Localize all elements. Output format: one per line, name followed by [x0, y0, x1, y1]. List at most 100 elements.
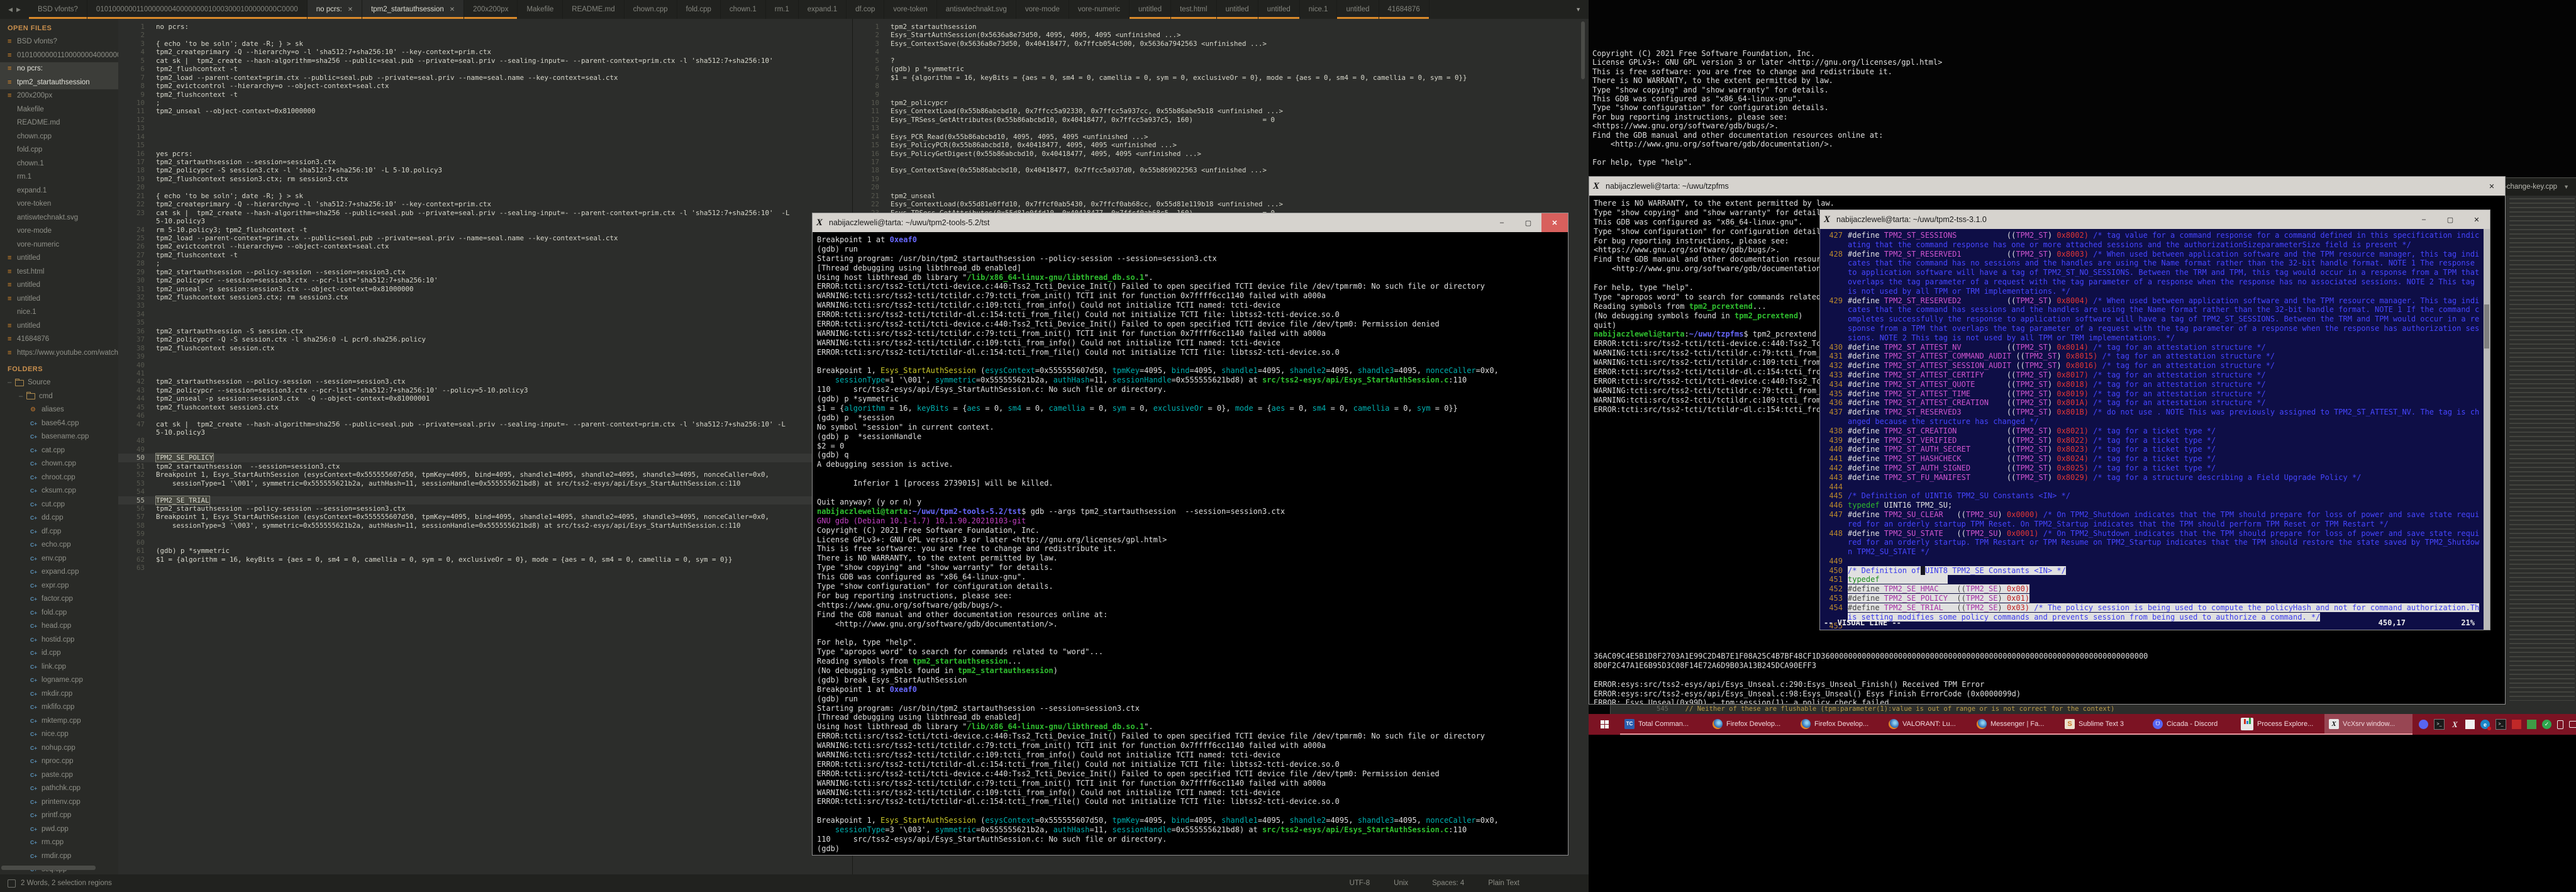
close-button[interactable]: ✕: [1541, 213, 1568, 232]
tree-item-basename-cpp[interactable]: C+basename.cpp: [0, 430, 118, 444]
pane-right-scrollbar[interactable]: [1581, 21, 1585, 79]
tab-untitled[interactable]: untitled: [1130, 0, 1171, 19]
gdb-terminal-body[interactable]: Breakpoint 1 at 0xeaf0(gdb) runStarting …: [813, 232, 1568, 855]
tree-item-base64-cpp[interactable]: C+base64.cpp: [0, 417, 118, 431]
tree-item-factor-cpp[interactable]: C+factor.cpp: [0, 593, 118, 606]
tree-item-pwd-cpp[interactable]: C+pwd.cpp: [0, 823, 118, 837]
close-icon[interactable]: ✕: [348, 6, 353, 13]
sidebar-item-readme-md[interactable]: README.md: [0, 116, 118, 130]
sidebar-item-test-html[interactable]: ≡test.html: [0, 265, 118, 279]
edge-tray-icon[interactable]: e: [2480, 720, 2490, 729]
tree-item-paste-cpp[interactable]: C+paste.cpp: [0, 769, 118, 783]
start-button[interactable]: [1589, 714, 1620, 735]
sidebar-item-makefile[interactable]: Makefile: [0, 103, 118, 117]
sidebar-item-vore-token[interactable]: vore-token: [0, 198, 118, 211]
usb-tray-icon[interactable]: [2557, 720, 2563, 729]
sidebar-horizontal-scrollbar[interactable]: [1, 866, 96, 870]
tab-untitled[interactable]: untitled: [1258, 0, 1300, 19]
sidebar-item-untitled[interactable]: ≡untitled: [0, 320, 118, 333]
sidebar-item-untitled[interactable]: ≡untitled: [0, 279, 118, 293]
tree-item-printf-cpp[interactable]: C+printf.cpp: [0, 809, 118, 823]
display-tray-icon[interactable]: [2569, 721, 2576, 728]
tzpfms-terminal-titlebar[interactable]: X nabijaczleweli@tarta: ~/uwu/tzpfms ✕: [1589, 177, 2505, 196]
tab-df-cop[interactable]: df.cop: [847, 0, 884, 19]
tree-item-rm-cpp[interactable]: C+rm.cpp: [0, 836, 118, 850]
sidebar-item-https-www-youtube-com-watch-v-7[interactable]: ≡https://www.youtube.com/watch?v=7: [0, 347, 118, 360]
sidebar-item-untitled[interactable]: ≡untitled: [0, 252, 118, 265]
vcxsrv-tray-icon[interactable]: X: [2450, 720, 2460, 729]
tree-item-rmdir-cpp[interactable]: C+rmdir.cpp: [0, 850, 118, 864]
taskbar-button-sublime-text-3[interactable]: SSublime Text 3: [2060, 714, 2148, 735]
tree-item-nice-cpp[interactable]: C+nice.cpp: [0, 728, 118, 742]
taskbar-button-vcxsrv-window-[interactable]: XVcXsrv window...: [2324, 714, 2412, 735]
tree-item-aliases[interactable]: ⚙aliases: [0, 403, 118, 417]
tree-item-chroot-cpp[interactable]: C+chroot.cpp: [0, 471, 118, 485]
tab-antiswtechnakt-svg[interactable]: antiswtechnakt.svg: [937, 0, 1016, 19]
tree-item-fold-cpp[interactable]: C+fold.cpp: [0, 606, 118, 620]
white-square-tray-icon[interactable]: [2465, 720, 2475, 729]
tree-item-expr-cpp[interactable]: C+expr.cpp: [0, 579, 118, 593]
taskbar-button-messenger-fa-[interactable]: Messenger | Fa...: [1972, 714, 2060, 735]
sidebar-item-tpm2-startauthsession[interactable]: ≡tpm2_startauthsession: [0, 76, 118, 90]
tab-vore-numeric[interactable]: vore-numeric: [1069, 0, 1130, 19]
tree-item-link-cpp[interactable]: C+link.cpp: [0, 661, 118, 674]
sidebar-item-vore-mode[interactable]: vore-mode: [0, 225, 118, 238]
tab-rm-1[interactable]: rm.1: [766, 0, 799, 19]
tree-item-nproc-cpp[interactable]: C+nproc.cpp: [0, 755, 118, 769]
taskbar-button-valorant-lu-[interactable]: VALORANT: Lu...: [1884, 714, 1972, 735]
sidebar-item-41684876[interactable]: ≡41684876: [0, 333, 118, 347]
close-icon[interactable]: ✕: [450, 6, 455, 13]
sidebar-item-fold-cpp[interactable]: fold.cpp: [0, 143, 118, 157]
sidebar-item-rm-1[interactable]: rm.1: [0, 170, 118, 184]
minimize-button[interactable]: –: [2411, 210, 2437, 229]
minimize-button[interactable]: –: [1489, 213, 1515, 232]
sidebar-item-010100000011000000040000000010003000100000000c0000[interactable]: ≡010100000011000000040000000010003000100…: [0, 49, 118, 63]
close-button[interactable]: ✕: [2463, 210, 2490, 229]
tab-scroll-left-icon[interactable]: ◀: [8, 6, 13, 13]
tree-item-cmd[interactable]: –cmd: [0, 390, 118, 404]
sidebar-item-nice-1[interactable]: nice.1: [0, 306, 118, 320]
collapse-icon[interactable]: –: [19, 390, 26, 404]
vim-window-titlebar[interactable]: X nabijaczleweli@tarta: ~/uwu/tpm2-tss-3…: [1820, 210, 2490, 229]
taskbar-button-process-explore-[interactable]: Process Explore...: [2236, 714, 2324, 735]
editor-pane-left[interactable]: 1no pcrs:23{ echo 'to be soln'; date -R;…: [118, 19, 852, 874]
sidebar-item-chown-1[interactable]: chown.1: [0, 157, 118, 171]
tree-item-echo-cpp[interactable]: C+echo.cpp: [0, 538, 118, 552]
sidebar-item-expand-1[interactable]: expand.1: [0, 184, 118, 198]
tree-item-dd-cpp[interactable]: C+dd.cpp: [0, 511, 118, 525]
tab-010100000011000000040000000010003000100000000c0000[interactable]: 0101000000110000000400000000100030001000…: [87, 0, 308, 19]
status-item-unix[interactable]: Unix: [1394, 879, 1408, 887]
tab-fold-cpp[interactable]: fold.cpp: [677, 0, 721, 19]
vim-scrollbar-thumb[interactable]: [2484, 304, 2489, 348]
tree-item-pathchk-cpp[interactable]: C+pathchk.cpp: [0, 782, 118, 796]
tree-item-cksum-cpp[interactable]: C+cksum.cpp: [0, 484, 118, 498]
red-app-tray-icon[interactable]: [2512, 720, 2521, 729]
status-item-utf-8[interactable]: UTF-8: [1350, 879, 1370, 887]
tab-bsd-vfonts-[interactable]: BSD vfonts?: [29, 0, 87, 19]
tab-test-html[interactable]: test.html: [1171, 0, 1216, 19]
tab-no-pcrs-[interactable]: no pcrs:✕: [308, 0, 362, 19]
collapse-icon[interactable]: –: [8, 376, 15, 390]
tab-makefile[interactable]: Makefile: [518, 0, 563, 19]
tab-untitled[interactable]: untitled: [1217, 0, 1258, 19]
tree-item-hostid-cpp[interactable]: C+hostid.cpp: [0, 633, 118, 647]
sidebar-item-200x200px[interactable]: ≡200x200px: [0, 89, 118, 103]
tab-scroll-arrows[interactable]: ◀ ▶: [0, 0, 29, 19]
tab-vore-token[interactable]: vore-token: [884, 0, 936, 19]
tree-item-expand-cpp[interactable]: C+expand.cpp: [0, 566, 118, 579]
taskbar-button-cicada-discord[interactable]: ᗜCicada - Discord: [2148, 714, 2236, 735]
tab-tpm2-startauthsession[interactable]: tpm2_startauthsession✕: [362, 0, 464, 19]
tree-item-printenv-cpp[interactable]: C+printenv.cpp: [0, 796, 118, 810]
tree-item-nohup-cpp[interactable]: C+nohup.cpp: [0, 742, 118, 755]
checkmark-tray-icon[interactable]: ✓: [2542, 720, 2551, 729]
maximize-button[interactable]: ▢: [1515, 213, 1541, 232]
tree-item-df-cpp[interactable]: C+df.cpp: [0, 525, 118, 539]
sidebar-item-antiswtechnakt-svg[interactable]: antiswtechnakt.svg: [0, 211, 118, 225]
tree-item-mktemp-cpp[interactable]: C+mktemp.cpp: [0, 715, 118, 728]
tab-expand-1[interactable]: expand.1: [799, 0, 847, 19]
sidebar-item-chown-cpp[interactable]: chown.cpp: [0, 130, 118, 144]
tab-scroll-right-icon[interactable]: ▶: [16, 6, 21, 13]
gdb-terminal-titlebar[interactable]: X nabijaczleweli@tarta: ~/uwu/tpm2-tools…: [813, 213, 1568, 232]
tab-untitled[interactable]: untitled: [1337, 0, 1379, 19]
sidebar-item-vore-numeric[interactable]: vore-numeric: [0, 238, 118, 252]
